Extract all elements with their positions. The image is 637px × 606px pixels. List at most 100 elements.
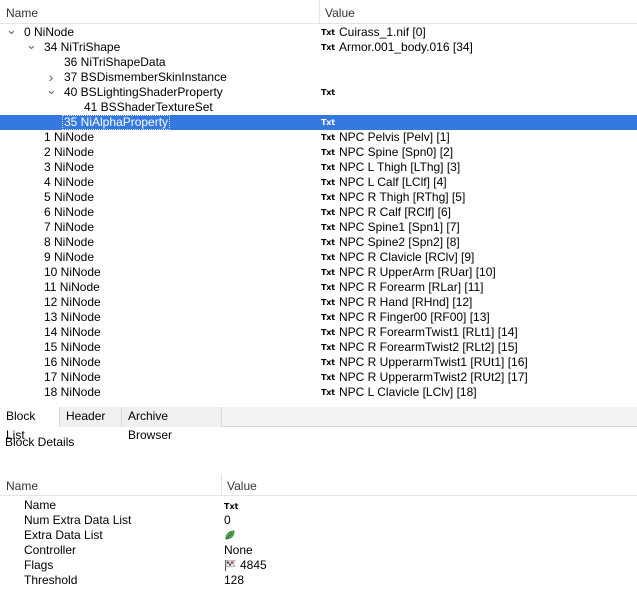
tree-header-value[interactable]: Value — [325, 6, 355, 20]
tree-row-name: 13 NiNode — [44, 310, 101, 324]
leaf-icon[interactable] — [224, 529, 236, 541]
tree-row-name: 4 NiNode — [44, 175, 95, 189]
tree-header-name[interactable]: Name — [6, 6, 38, 20]
tree-row-value: NPC Spine1 [Spn1] [7] — [339, 220, 460, 234]
tree-column-header: Name Value — [0, 0, 637, 24]
txt-type-icon: Txt — [321, 43, 335, 52]
details-row-value: Txt — [224, 498, 238, 514]
tree-row[interactable]: 3 NiNode Txt NPC L Thigh [LThg] [3] — [0, 160, 637, 175]
tree-row[interactable]: 4 NiNode Txt NPC L Calf [LClf] [4] — [0, 175, 637, 190]
flag-icon[interactable] — [224, 559, 237, 571]
tree-row[interactable]: ⌄ 0 NiNode Txt Cuirass_1.nif [0] — [0, 23, 637, 40]
txt-type-icon: Txt — [321, 118, 335, 127]
details-row[interactable]: Num Extra Data List 0 — [0, 513, 637, 528]
flags-value-text: 4845 — [240, 558, 267, 572]
block-tree-view[interactable]: Name Value ⌄ 0 NiNode Txt Cuirass_1.nif [0]… — [0, 0, 637, 401]
tree-row[interactable]: 35 NiAlphaProperty Txt — [0, 115, 637, 130]
tree-row-value: NPC R UpperarmTwist1 [RUt1] [16] — [339, 355, 528, 369]
details-row-name: Name — [24, 498, 57, 512]
txt-type-icon: Txt — [321, 268, 335, 277]
tree-row[interactable]: 10 NiNode Txt NPC R UpperArm [RUar] [10] — [0, 265, 637, 280]
details-row[interactable]: Name Txt — [0, 498, 637, 513]
details-row[interactable]: Flags 4845 — [0, 558, 637, 573]
txt-type-icon: Txt — [321, 373, 335, 382]
tree-row-name: 9 NiNode — [44, 250, 95, 264]
tree-row[interactable]: 11 NiNode Txt NPC R Forearm [RLar] [11] — [0, 280, 637, 295]
tree-row-name: 15 NiNode — [44, 340, 101, 354]
tree-row[interactable]: 17 NiNode Txt NPC R UpperarmTwist2 [RUt2] … — [0, 370, 637, 385]
tree-row[interactable]: 14 NiNode Txt NPC R ForearmTwist1 [RLt1] [… — [0, 325, 637, 340]
details-row[interactable]: Controller None — [0, 543, 637, 558]
tree-row[interactable]: 12 NiNode Txt NPC R Hand [RHnd] [12] — [0, 295, 637, 310]
tree-row[interactable]: 5 NiNode Txt NPC R Thigh [RThg] [5] — [0, 190, 637, 205]
txt-type-icon: Txt — [321, 313, 335, 322]
txt-type-icon: Txt — [321, 133, 335, 142]
tree-row-value: NPC L Calf [LClf] [4] — [339, 175, 447, 189]
tree-row-name: 3 NiNode — [44, 160, 95, 174]
tree-rows: ⌄ 0 NiNode Txt Cuirass_1.nif [0] ⌄ 34 NiTriSh… — [0, 23, 637, 400]
tab-header[interactable]: Header — [60, 407, 122, 427]
tree-row[interactable]: 2 NiNode Txt NPC Spine [Spn0] [2] — [0, 145, 637, 160]
txt-type-icon: Txt — [321, 283, 335, 292]
tree-row[interactable]: ⌄ 34 NiTriShape Txt Armor.001_body.016 [34] — [0, 38, 637, 55]
txt-type-icon: Txt — [321, 148, 335, 157]
tree-row-name: 12 NiNode — [44, 295, 101, 309]
tab-block-list[interactable]: Block List — [0, 407, 60, 442]
tree-row-name: 14 NiNode — [44, 325, 101, 339]
tree-row[interactable]: 13 NiNode Txt NPC R Finger00 [RF00] [13] — [0, 310, 637, 325]
tree-row[interactable]: 41 BSShaderTextureSet — [0, 100, 637, 115]
txt-type-icon: Txt — [321, 388, 335, 397]
tree-row[interactable]: 8 NiNode Txt NPC Spine2 [Spn2] [8] — [0, 235, 637, 250]
txt-type-icon: Txt — [321, 163, 335, 172]
details-row-name: Num Extra Data List — [24, 513, 132, 527]
tree-row-name: 37 BSDismemberSkinInstance — [64, 70, 227, 84]
txt-type-icon: Txt — [321, 88, 335, 97]
details-row-name: Threshold — [24, 573, 78, 587]
tree-row-value: NPC R Finger00 [RF00] [13] — [339, 310, 490, 324]
chevron-down-icon[interactable]: ⌄ — [26, 38, 37, 55]
tree-row[interactable]: › 37 BSDismemberSkinInstance — [0, 70, 637, 85]
tree-row-value: NPC R UpperarmTwist2 [RUt2] [17] — [339, 370, 528, 384]
tree-row-name: 11 NiNode — [44, 280, 100, 294]
tree-row[interactable]: 1 NiNode Txt NPC Pelvis [Pelv] [1] — [0, 130, 637, 145]
txt-type-icon: Txt — [321, 328, 335, 337]
details-row[interactable]: Extra Data List — [0, 528, 637, 543]
chevron-down-icon[interactable]: ⌄ — [6, 23, 17, 40]
txt-type-icon: Txt — [321, 208, 335, 217]
column-separator[interactable] — [319, 0, 320, 24]
tree-row-value: NPC R Forearm [RLar] [11] — [339, 280, 484, 294]
txt-type-icon: Txt — [321, 253, 335, 262]
tree-row-name: 2 NiNode — [44, 145, 95, 159]
details-header-name[interactable]: Name — [6, 479, 38, 493]
tree-row[interactable]: 15 NiNode Txt NPC R ForearmTwist2 [RLt2] [… — [0, 340, 637, 355]
tree-row[interactable]: 16 NiNode Txt NPC R UpperarmTwist1 [RUt1] … — [0, 355, 637, 370]
tree-row-name: 7 NiNode — [44, 220, 95, 234]
tree-row-value: NPC Spine2 [Spn2] [8] — [339, 235, 460, 249]
details-row-name: Flags — [24, 558, 54, 572]
txt-type-icon: Txt — [321, 358, 335, 367]
chevron-down-icon[interactable]: ⌄ — [46, 83, 57, 100]
tree-row[interactable]: 18 NiNode Txt NPC L Clavicle [LClv] [18] — [0, 385, 637, 400]
tree-row[interactable]: 9 NiNode Txt NPC R Clavicle [RClv] [9] — [0, 250, 637, 265]
tree-row[interactable]: 36 NiTriShapeData — [0, 55, 637, 70]
tree-row-value: NPC R UpperArm [RUar] [10] — [339, 265, 496, 279]
tree-row[interactable]: 7 NiNode Txt NPC Spine1 [Spn1] [7] — [0, 220, 637, 235]
block-details-view[interactable]: Name Value Name Txt Num Extra Data List 0 Ex… — [0, 474, 637, 606]
tree-row-name: 34 NiTriShape — [44, 40, 121, 54]
tree-row-value: NPC Spine [Spn0] [2] — [339, 145, 454, 159]
tree-row-name: 6 NiNode — [44, 205, 95, 219]
tab-archive-browser[interactable]: Archive Browser — [122, 407, 222, 442]
details-row[interactable]: Threshold 128 — [0, 573, 637, 588]
details-header-value[interactable]: Value — [227, 479, 257, 493]
column-separator[interactable] — [221, 474, 222, 496]
tree-row-value: Armor.001_body.016 [34] — [339, 40, 473, 54]
details-row-name: Controller — [24, 543, 77, 557]
tree-row-name: 18 NiNode — [44, 385, 101, 399]
txt-type-icon: Txt — [321, 343, 335, 352]
tree-row[interactable]: 6 NiNode Txt NPC R Calf [RClf] [6] — [0, 205, 637, 220]
tree-row[interactable]: ⌄ 40 BSLightingShaderProperty Txt — [0, 83, 637, 100]
txt-type-icon: Txt — [321, 298, 335, 307]
details-row-value: 4845 — [224, 558, 267, 573]
tree-row-value: NPC R Hand [RHnd] [12] — [339, 295, 473, 309]
block-details-title: Block Details — [5, 435, 75, 449]
